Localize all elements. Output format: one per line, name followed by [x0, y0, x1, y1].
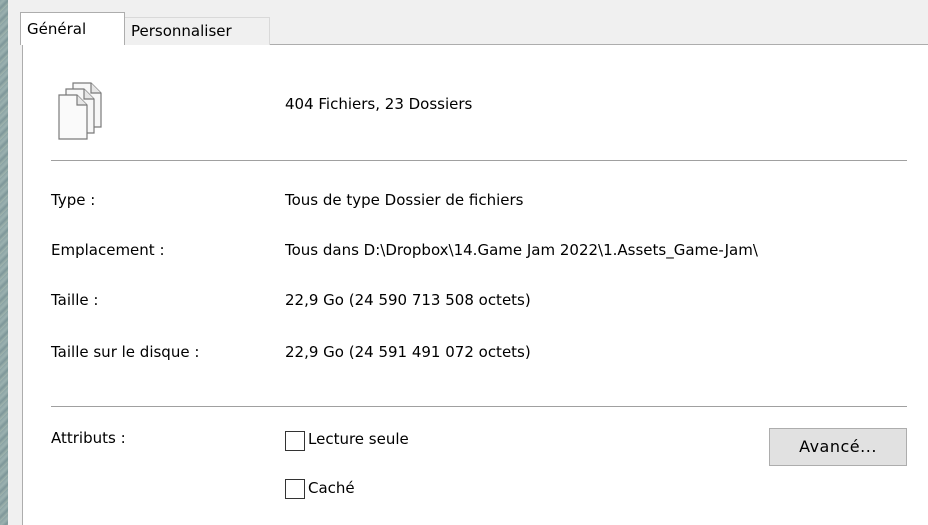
type-value: Tous de type Dossier de fichiers: [285, 191, 524, 209]
summary-text: 404 Fichiers, 23 Dossiers: [285, 95, 473, 113]
properties-dialog: Général Personnaliser 404 Fichiers, 23 D…: [8, 0, 928, 525]
advanced-button[interactable]: Avancé...: [769, 428, 907, 466]
tab-customize[interactable]: Personnaliser: [124, 17, 270, 45]
attributes-label: Attributs :: [51, 429, 126, 447]
separator: [51, 406, 907, 407]
size-value: 22,9 Go (24 590 713 508 octets): [285, 291, 531, 309]
separator: [51, 160, 907, 161]
size-on-disk-label: Taille sur le disque :: [51, 343, 200, 361]
tab-general[interactable]: Général: [20, 12, 125, 45]
size-label: Taille :: [51, 291, 99, 309]
files-stack-icon: [58, 82, 102, 140]
general-panel: 404 Fichiers, 23 Dossiers Type : Tous de…: [22, 44, 928, 525]
read-only-checkbox[interactable]: [285, 431, 305, 451]
location-value: Tous dans D:\Dropbox\14.Game Jam 2022\1.…: [285, 241, 758, 259]
hidden-label[interactable]: Caché: [308, 479, 355, 497]
location-label: Emplacement :: [51, 241, 165, 259]
hidden-checkbox[interactable]: [285, 479, 305, 499]
size-on-disk-value: 22,9 Go (24 591 491 072 octets): [285, 343, 531, 361]
type-label: Type :: [51, 191, 96, 209]
read-only-label[interactable]: Lecture seule: [308, 430, 409, 448]
